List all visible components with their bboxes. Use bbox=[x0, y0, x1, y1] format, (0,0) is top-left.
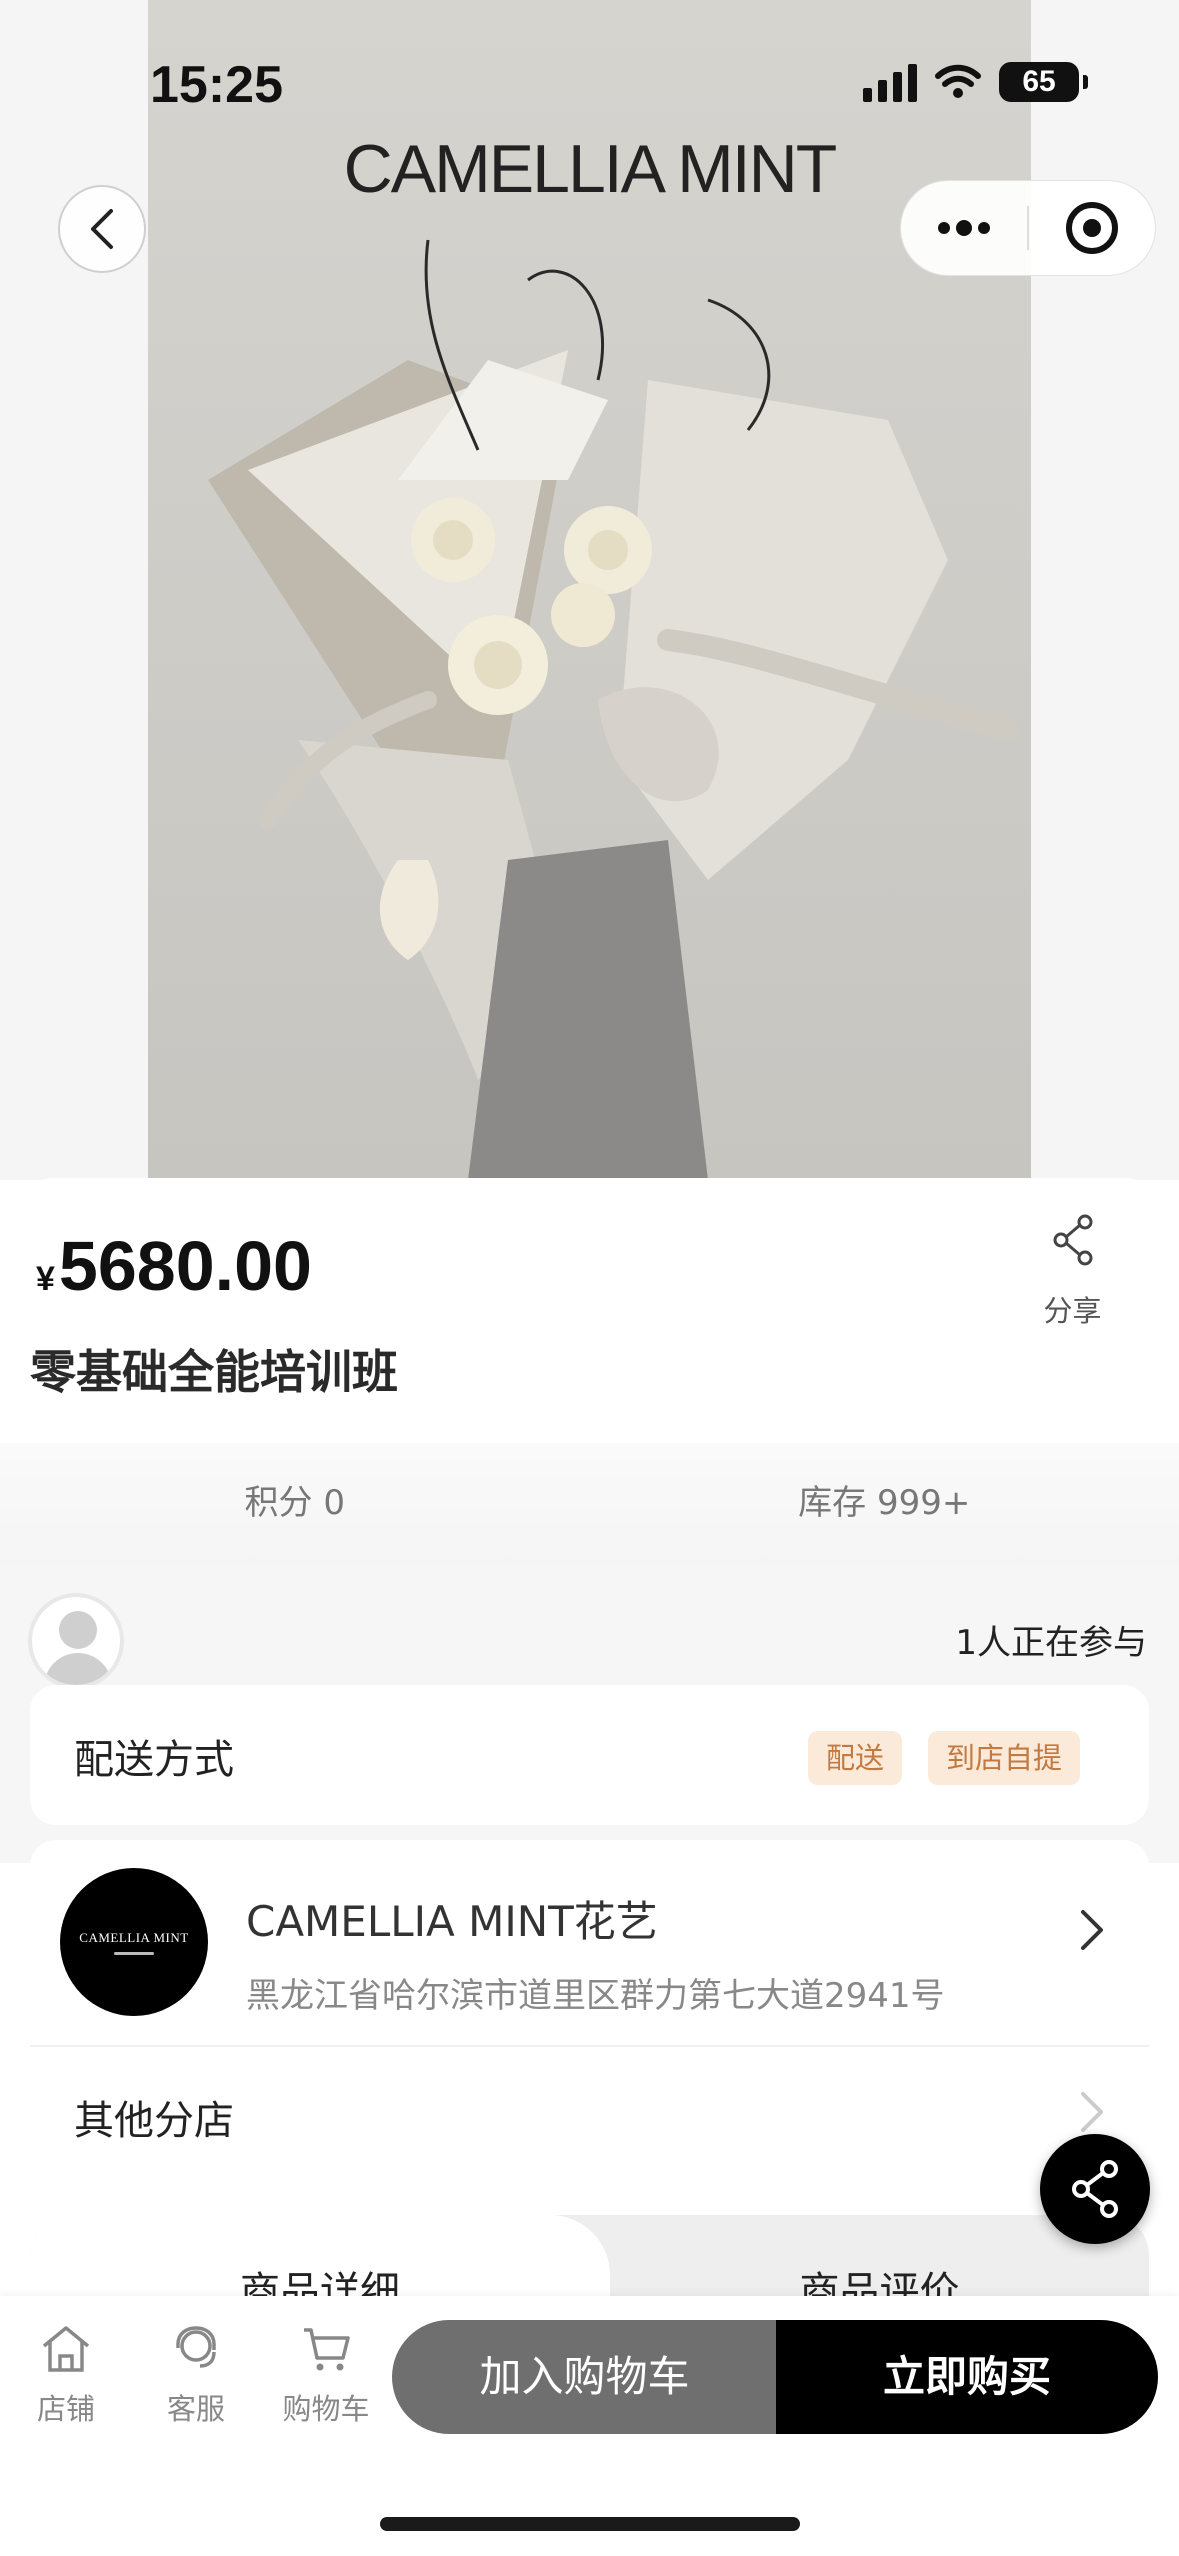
chevron-left-icon bbox=[91, 209, 113, 249]
target-icon bbox=[1066, 202, 1118, 254]
store-address: 黑龙江省哈尔滨市道里区群力第七大道2941号 bbox=[246, 1976, 945, 2016]
battery-icon: 65 bbox=[999, 62, 1088, 102]
status-icons: 65 bbox=[863, 62, 1088, 102]
product-image-gallery[interactable]: CAMELLIA MINT bbox=[0, 0, 1179, 1180]
signal-icon bbox=[863, 62, 917, 102]
currency-symbol: ¥ bbox=[36, 1260, 55, 1298]
divider bbox=[30, 2045, 1149, 2047]
delivery-option-pickup[interactable]: 到店自提 bbox=[928, 1731, 1081, 1785]
store-logo-text: CAMELLIA MINT bbox=[79, 1929, 189, 1945]
back-button[interactable] bbox=[58, 185, 146, 273]
miniprogram-capsule bbox=[900, 180, 1156, 276]
status-time: 15:25 bbox=[150, 56, 283, 114]
nav-cart[interactable]: 购物车 bbox=[266, 2324, 386, 2428]
floating-share-button[interactable] bbox=[1040, 2134, 1150, 2244]
nav-customer-service-label: 客服 bbox=[166, 2392, 225, 2426]
home-indicator bbox=[380, 2517, 800, 2531]
product-photo[interactable]: CAMELLIA MINT bbox=[148, 0, 1031, 1180]
delivery-label: 配送方式 bbox=[74, 1737, 234, 1783]
more-dots-icon bbox=[938, 220, 990, 236]
close-miniprogram-button[interactable] bbox=[1029, 181, 1155, 275]
other-branches-label: 其他分店 bbox=[74, 2098, 234, 2144]
store-name: CAMELLIA MINT花艺 bbox=[246, 1897, 658, 1946]
avatar bbox=[28, 1593, 124, 1689]
chevron-right-icon bbox=[1081, 1910, 1103, 1950]
share-button[interactable]: 分享 bbox=[1020, 1214, 1125, 1330]
nav-store[interactable]: 店铺 bbox=[6, 2324, 126, 2428]
share-label: 分享 bbox=[1043, 1294, 1102, 1328]
cart-icon bbox=[304, 2328, 350, 2371]
price: ¥ 5680.00 bbox=[36, 1226, 312, 1306]
chevron-right-icon bbox=[1081, 2092, 1103, 2132]
buy-now-button[interactable]: 立即购买 bbox=[776, 2320, 1158, 2434]
nav-cart-label: 购物车 bbox=[282, 2392, 370, 2426]
nav-store-label: 店铺 bbox=[36, 2392, 95, 2426]
brand-title: CAMELLIA MINT bbox=[343, 131, 838, 207]
price-value: 5680.00 bbox=[58, 1227, 312, 1305]
share-icon bbox=[1072, 2160, 1118, 2218]
delivery-option-ship[interactable]: 配送 bbox=[808, 1731, 903, 1785]
participants-count: 1人正在参与 bbox=[955, 1623, 1147, 1663]
more-button[interactable] bbox=[901, 181, 1027, 275]
product-title: 零基础全能培训班 bbox=[30, 1345, 398, 1399]
store-card: CAMELLIA MINT CAMELLIA MINT花艺 黑龙江省哈尔滨市道里… bbox=[30, 1840, 1149, 2190]
add-to-cart-button[interactable]: 加入购物车 bbox=[392, 2320, 777, 2434]
points: 积分 0 bbox=[244, 1483, 345, 1523]
store-logo: CAMELLIA MINT bbox=[60, 1868, 208, 2016]
wifi-icon bbox=[935, 64, 981, 98]
stock: 库存 999+ bbox=[798, 1483, 971, 1523]
nav-customer-service[interactable]: 客服 bbox=[136, 2324, 256, 2428]
delivery-method-card: 配送方式 配送 到店自提 bbox=[30, 1685, 1149, 1825]
share-icon bbox=[1053, 1214, 1092, 1266]
product-stats: 积分 0 库存 999+ bbox=[0, 1443, 1179, 1563]
customer-service-icon bbox=[176, 2326, 216, 2368]
store-icon bbox=[42, 2326, 90, 2372]
